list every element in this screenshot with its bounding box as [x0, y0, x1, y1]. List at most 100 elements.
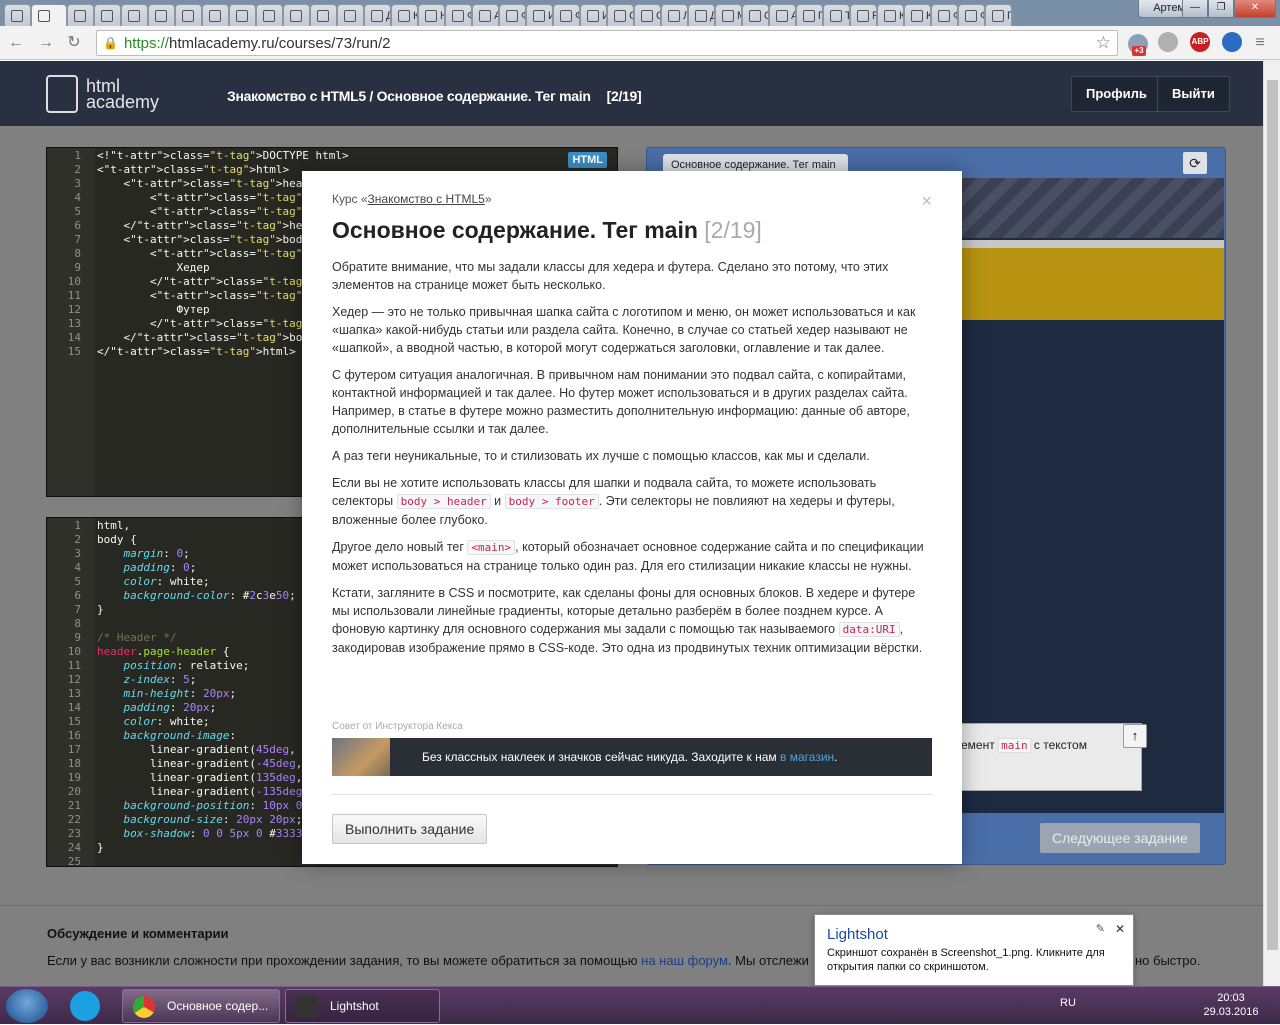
browser-tab[interactable]: Се [634, 4, 661, 26]
start-button[interactable] [6, 989, 48, 1023]
browser-tab[interactable]: Фс [499, 4, 526, 26]
browser-tab[interactable]: Фл [958, 4, 985, 26]
paragraph: Обратите внимание, что мы задали классы … [332, 260, 889, 292]
browser-tab[interactable]: Ау [472, 4, 499, 26]
pin-icon[interactable]: ✎ [1096, 922, 1105, 935]
globe-icon[interactable] [1222, 32, 1242, 52]
browser-tab[interactable]: Ке [904, 4, 931, 26]
bookmark-star-icon[interactable]: ☆ [1096, 33, 1111, 53]
code-line: 12 z-index: 5; [47, 673, 302, 687]
tab-favicon-icon [776, 9, 788, 22]
skype-icon[interactable] [70, 991, 100, 1021]
browser-tab[interactable] [283, 4, 310, 26]
tab-favicon-icon [371, 9, 383, 22]
browser-tab[interactable] [175, 4, 202, 26]
lesson-modal: Курс «Знакомство с HTML5» × Основное сод… [302, 171, 962, 864]
close-icon[interactable]: ✕ [1115, 922, 1125, 936]
close-window-button[interactable]: ✕ [1234, 0, 1276, 18]
browser-tab[interactable] [337, 4, 364, 26]
browser-tab[interactable] [94, 4, 121, 26]
browser-tab[interactable]: Ни [418, 4, 445, 26]
browser-tab[interactable] [4, 4, 31, 26]
browser-tab[interactable]: Та [823, 4, 850, 26]
tab-favicon-icon [587, 9, 599, 22]
browser-tab[interactable]: Фс [445, 4, 472, 26]
lightshot-notification[interactable]: Lightshot ✎ ✕ Скриншот сохранён в Screen… [814, 914, 1134, 986]
line-code: box-shadow: 0 0 5px 0 #3333 [123, 827, 303, 840]
browser-tab[interactable] [31, 4, 67, 26]
page-scrollbar[interactable] [1263, 60, 1280, 986]
text: Кстати, загляните в CSS и посмотрите, ка… [332, 586, 916, 636]
taskbar-chrome[interactable]: Основное содер... [122, 989, 280, 1023]
forward-button[interactable]: → [36, 33, 56, 53]
browser-tab[interactable]: Се [607, 4, 634, 26]
line-code: background-image: [123, 729, 237, 742]
browser-tab[interactable] [256, 4, 283, 26]
tab-favicon-icon [506, 9, 518, 22]
code-snippet: body > footer [504, 494, 599, 509]
line-code: <"t-attr">class="t-tag">head> [97, 177, 316, 190]
browser-tab[interactable]: Ос [742, 4, 769, 26]
tab-favicon-icon [74, 9, 86, 22]
forum-link[interactable]: на наш форум [641, 953, 728, 968]
line-number: 12 [67, 303, 81, 316]
code-snippet: data:URI [838, 622, 900, 637]
back-button[interactable]: ← [6, 33, 26, 53]
browser-tab[interactable]: Ма [715, 4, 742, 26]
scroll-up-icon[interactable]: ↑ [1123, 724, 1147, 748]
language-indicator[interactable]: RU [1060, 997, 1076, 1009]
browser-tab[interactable] [229, 4, 256, 26]
browser-tab[interactable]: Ис [526, 4, 553, 26]
browser-tab[interactable]: Да [364, 4, 391, 26]
browser-tab[interactable] [310, 4, 337, 26]
shop-link[interactable]: в магазин [780, 750, 834, 764]
browser-tab[interactable]: Ан [769, 4, 796, 26]
browser-tab[interactable]: Фл [931, 4, 958, 26]
browser-tab[interactable]: Ка [391, 4, 418, 26]
start-task-button[interactable]: Выполнить задание [332, 814, 488, 844]
next-task-button[interactable]: Следующее задание [1040, 823, 1200, 853]
maximize-button[interactable]: ❐ [1208, 0, 1234, 18]
line-number: 6 [74, 589, 81, 602]
code-line: 2 body { [47, 533, 302, 547]
refresh-icon[interactable]: ⟳ [1183, 152, 1207, 174]
code-line: 16 background-image: [47, 729, 302, 743]
line-number: 21 [67, 799, 81, 812]
browser-tab[interactable]: Пл [796, 4, 823, 26]
reload-button[interactable]: ↻ [64, 33, 84, 53]
browser-tab[interactable]: Пр [985, 4, 1012, 26]
chrome-icon [133, 996, 155, 1018]
line-number: 4 [74, 561, 81, 574]
scrollbar-thumb[interactable] [1267, 80, 1278, 950]
browser-tab[interactable] [202, 4, 229, 26]
line-number: 14 [67, 701, 81, 714]
browser-tab[interactable]: Ке [877, 4, 904, 26]
tab-favicon-icon [425, 9, 437, 22]
browser-tab[interactable] [121, 4, 148, 26]
site-logo[interactable]: html academy [46, 75, 159, 113]
browser-tab[interactable]: Иг [580, 4, 607, 26]
taskbar-lightshot[interactable]: Lightshot [285, 989, 440, 1023]
line-code: </"t-attr">class="t-tag">html> [97, 345, 296, 358]
minimize-button[interactable]: — [1182, 0, 1208, 18]
tab-favicon-icon [668, 9, 680, 22]
clock[interactable]: 20:03 29.03.2016 [1200, 991, 1262, 1019]
menu-icon[interactable]: ≡ [1250, 33, 1270, 53]
logout-button[interactable]: Выйти [1157, 76, 1230, 112]
paragraph: Другое дело новый тег <main>, который об… [332, 538, 932, 575]
course-link[interactable]: Знакомство с HTML5 [368, 192, 485, 206]
tab-favicon-icon [857, 9, 869, 22]
close-icon[interactable]: × [921, 191, 932, 212]
browser-tab[interactable]: Де [688, 4, 715, 26]
browser-tab[interactable]: Ли [661, 4, 688, 26]
line-code: header.page-header { [97, 645, 230, 658]
browser-tab[interactable]: Фс [553, 4, 580, 26]
shield-icon[interactable] [1158, 32, 1178, 52]
profile-button[interactable]: Профиль [1071, 76, 1162, 112]
browser-tab[interactable]: Ра [850, 4, 877, 26]
adblock-icon[interactable]: ABP [1190, 32, 1210, 52]
browser-tab[interactable] [67, 4, 94, 26]
browser-tab[interactable] [148, 4, 175, 26]
address-bar[interactable]: 🔒 https://htmlacademy.ru/courses/73/run/… [96, 30, 1118, 56]
